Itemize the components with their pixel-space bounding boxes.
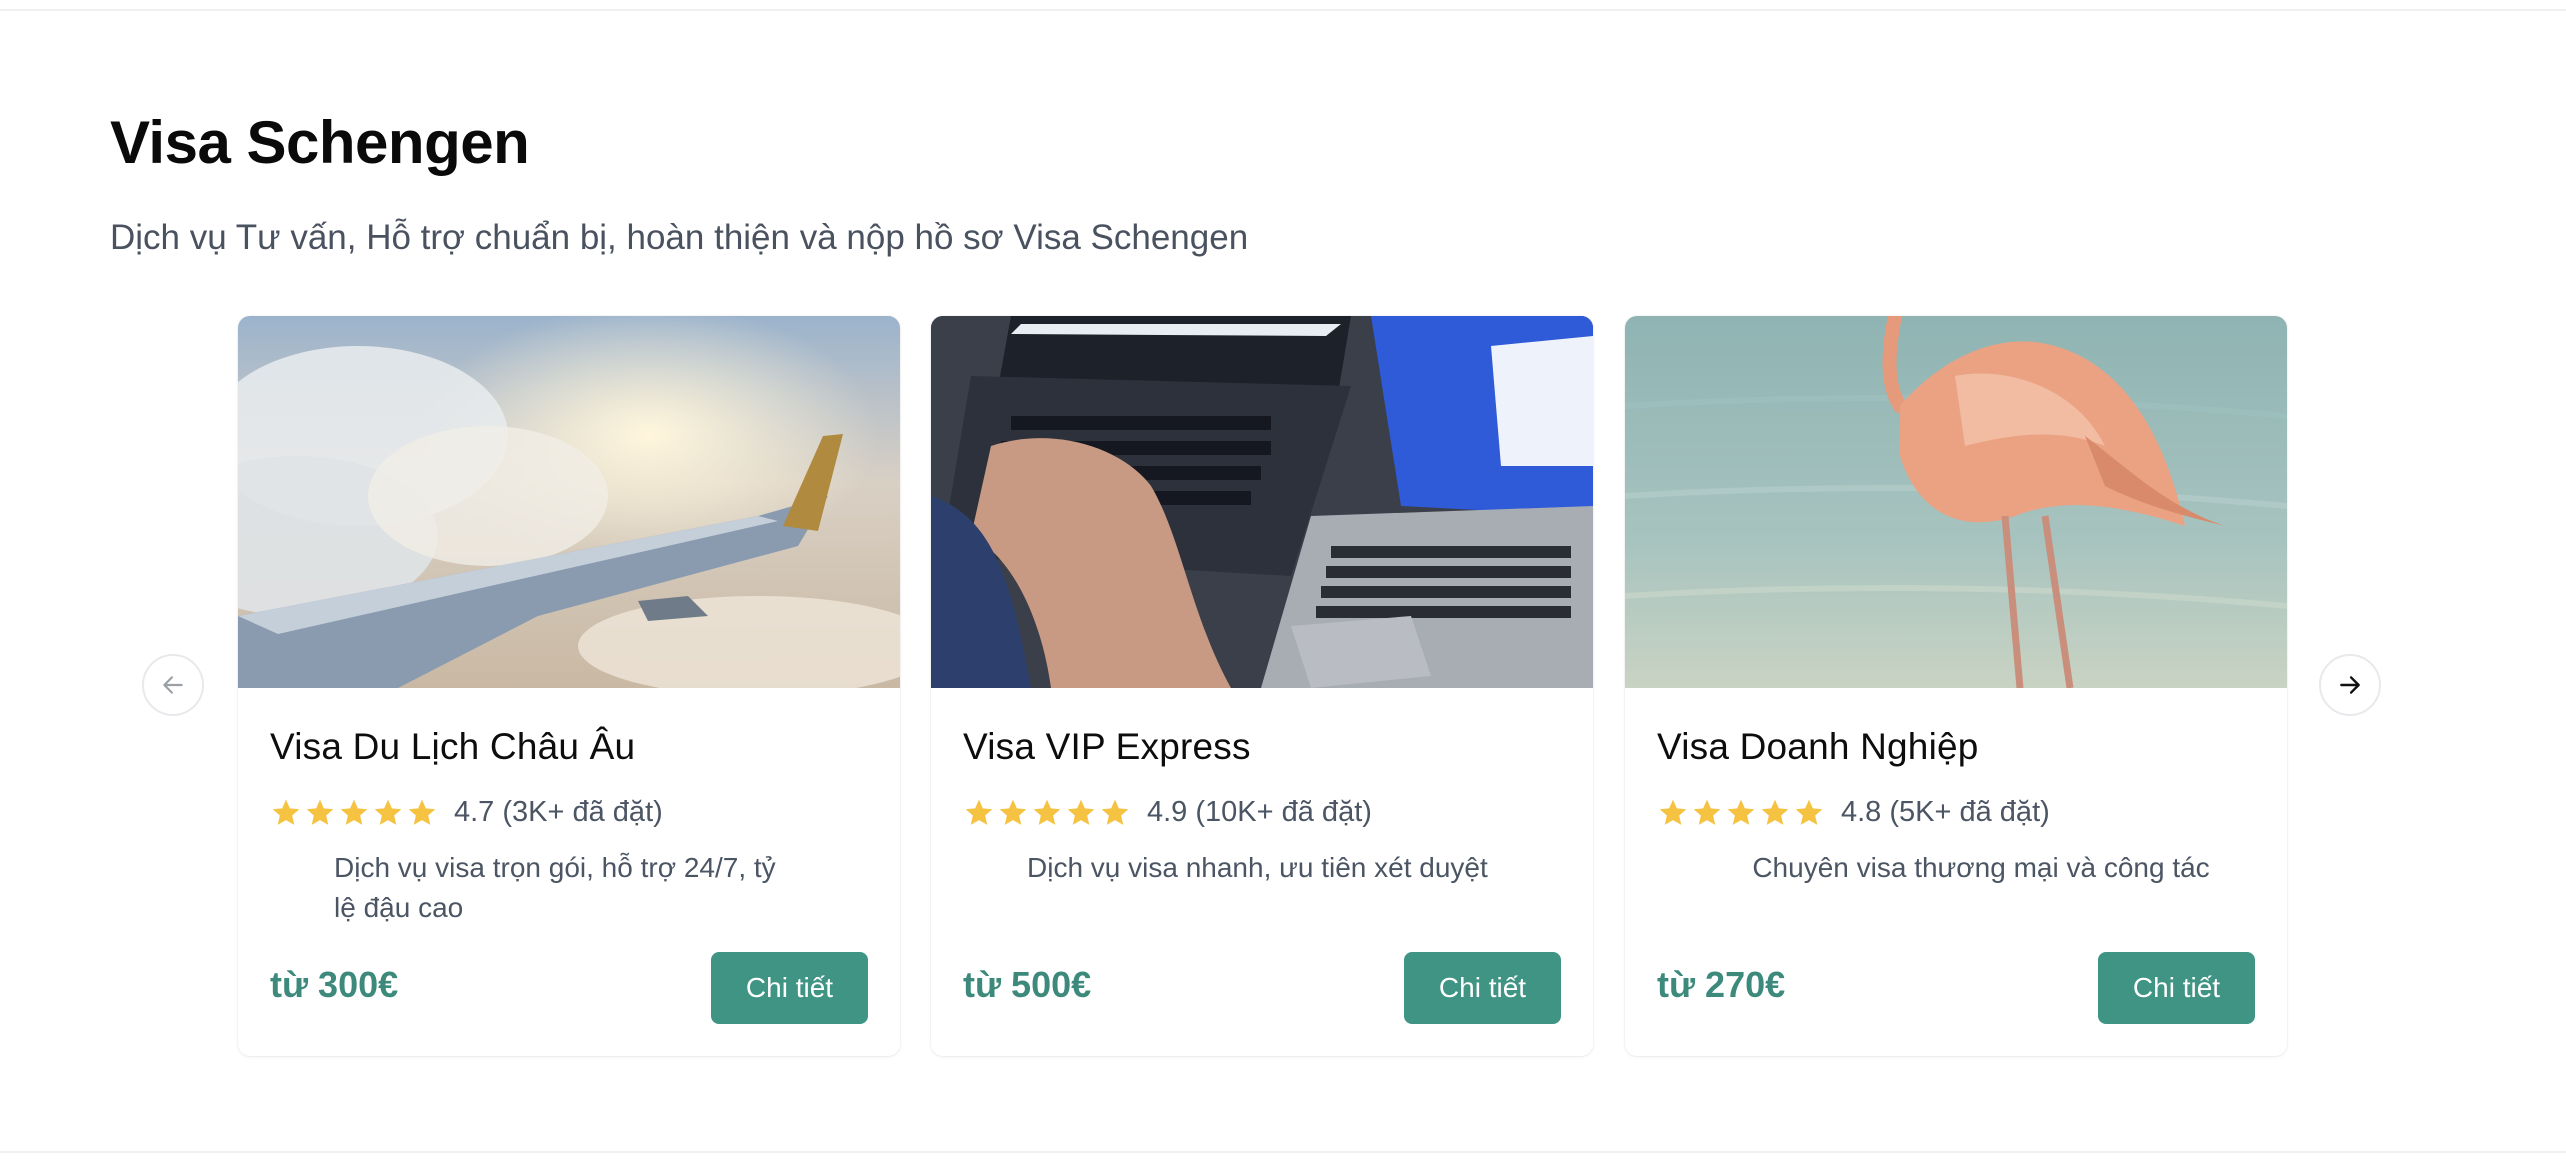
- star-icon: [1659, 799, 1687, 825]
- detail-button[interactable]: Chi tiết: [2098, 952, 2255, 1024]
- star-icon: [1693, 799, 1721, 825]
- card-title: Visa Du Lịch Châu Âu: [270, 726, 636, 767]
- card-description: Chuyên visa thương mại và công tác: [1752, 852, 2210, 883]
- card-price: từ 270€: [1657, 964, 1786, 1005]
- rating-text: 4.8 (5K+ đã đặt): [1841, 796, 2050, 828]
- star-icon: [1067, 799, 1095, 825]
- card-rating: 4.8 (5K+ đã đặt): [1657, 796, 2050, 829]
- detail-button[interactable]: Chi tiết: [1404, 952, 1561, 1024]
- star-icon: [408, 799, 436, 825]
- star-icon: [272, 799, 300, 825]
- rating-text: 4.9 (10K+ đã đặt): [1147, 796, 1372, 828]
- section-subtitle: Dịch vụ Tư vấn, Hỗ trợ chuẩn bị, hoàn th…: [110, 218, 1249, 257]
- visa-card-vip-express[interactable]: Visa VIP Express 4.9 (10K+ đã đặt) Dịch …: [931, 316, 1593, 1056]
- card-image-flamingo: [1625, 316, 2287, 688]
- star-icon: [374, 799, 402, 825]
- card-rating: 4.9 (10K+ đã đặt): [963, 796, 1372, 829]
- star-rating: [1657, 797, 1825, 829]
- card-price: từ 500€: [963, 964, 1092, 1005]
- rating-text: 4.7 (3K+ đã đặt): [454, 796, 663, 828]
- card-description: Dịch vụ visa trọn gói, hỗ trợ 24/7, tỷ l…: [334, 852, 776, 923]
- visa-card-doanh-nghiep[interactable]: Visa Doanh Nghiệp 4.8 (5K+ đã đặt) Chuyê…: [1625, 316, 2287, 1056]
- top-divider: [0, 9, 2566, 11]
- star-icon: [965, 799, 993, 825]
- arrow-right-icon: [2340, 676, 2360, 694]
- star-icon: [999, 799, 1027, 825]
- card-rating: 4.7 (3K+ đã đặt): [270, 796, 663, 829]
- star-icon: [1033, 799, 1061, 825]
- card-image-airplane-wing: [238, 316, 900, 688]
- star-icon: [1795, 799, 1823, 825]
- section-title: Visa Schengen: [110, 109, 530, 176]
- card-price: từ 300€: [270, 964, 399, 1005]
- star-icon: [1727, 799, 1755, 825]
- card-description: Dịch vụ visa nhanh, ưu tiên xét duyệt: [1027, 852, 1488, 883]
- visa-card-du-lich[interactable]: Visa Du Lịch Châu Âu 4.7 (3K+ đã đặt) Dị…: [238, 316, 900, 1056]
- star-icon: [340, 799, 368, 825]
- star-icon: [1761, 799, 1789, 825]
- card-image-laptops: [931, 316, 1593, 688]
- card-title: Visa Doanh Nghiệp: [1657, 726, 1979, 767]
- star-icon: [1101, 799, 1129, 825]
- star-icon: [306, 799, 334, 825]
- carousel-prev-button[interactable]: [142, 654, 204, 716]
- detail-button[interactable]: Chi tiết: [711, 952, 868, 1024]
- card-title: Visa VIP Express: [963, 726, 1251, 767]
- carousel-next-button[interactable]: [2319, 654, 2381, 716]
- star-rating: [270, 797, 438, 829]
- bottom-divider: [0, 1151, 2566, 1153]
- star-rating: [963, 797, 1131, 829]
- arrow-left-icon: [163, 676, 183, 694]
